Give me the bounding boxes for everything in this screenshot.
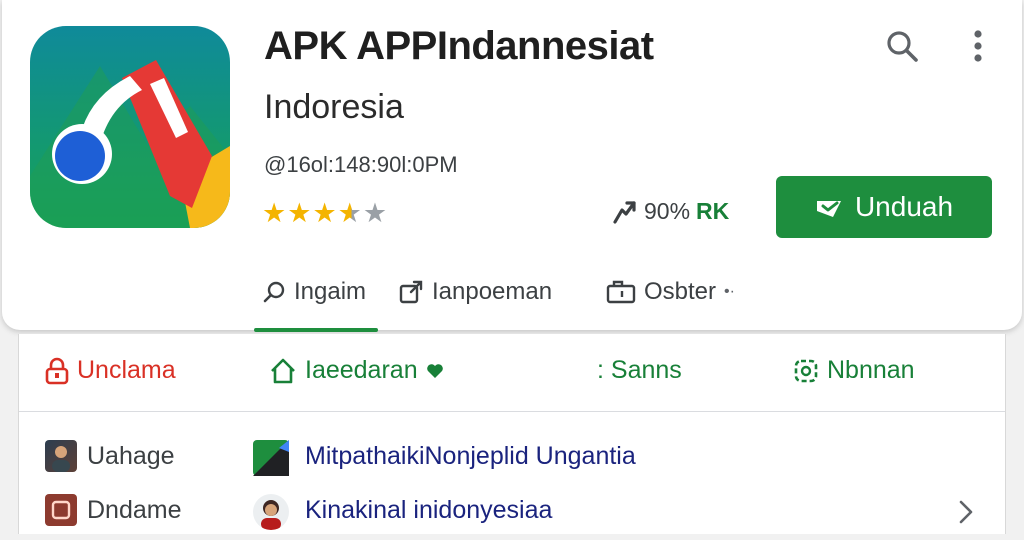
- search-icon: [887, 31, 918, 62]
- avatar: [45, 494, 77, 526]
- category-iaeedaran[interactable]: Iaeedaran: [269, 356, 444, 385]
- app-meta-info: @16ol:148:90l:0PM: [264, 152, 458, 177]
- download-suffix: RK: [696, 198, 730, 224]
- more-vert-icon: [974, 30, 982, 62]
- category-label: : Sanns: [597, 356, 682, 384]
- tab-label: Ianpoeman: [432, 278, 553, 305]
- star-half-icon: ★: [337, 198, 363, 228]
- list-item[interactable]: Dndame Kinakinal inidonyesiaa: [19, 484, 1005, 540]
- content-panel: Unclama Iaeedaran : Sanns Nbnnan Uahage …: [18, 334, 1006, 534]
- avatar: [253, 494, 289, 530]
- row-label: Uahage: [87, 442, 175, 470]
- category-label: Unclama: [77, 356, 176, 384]
- install-label: Unduah: [854, 191, 954, 222]
- folder-icon: [606, 280, 636, 304]
- share-icon: [399, 280, 423, 304]
- tab-label: Osbter: [644, 278, 717, 305]
- tab-osbter[interactable]: Osbter •·: [598, 270, 768, 314]
- tab-ianpoeman[interactable]: Ianpoeman: [390, 270, 588, 314]
- lock-icon: [45, 357, 69, 384]
- row-label: Dndame: [87, 496, 182, 524]
- home-icon: [271, 358, 295, 383]
- row-value: Kinakinal inidonyesiaa: [305, 496, 553, 524]
- avatar: [45, 440, 77, 472]
- tab-ingaim[interactable]: Ingaim: [254, 270, 378, 332]
- search-icon: [263, 281, 285, 303]
- trending-icon: [613, 200, 636, 224]
- settings-icon: [794, 359, 818, 382]
- rating-stars: ★★★★★: [262, 198, 388, 229]
- tab-label: Ingaim: [294, 278, 367, 305]
- search-button[interactable]: [880, 24, 924, 68]
- category-bar: Unclama Iaeedaran : Sanns Nbnnan: [19, 334, 1005, 412]
- star-full-icon: ★: [312, 198, 338, 228]
- category-label: Nbnnan: [827, 356, 915, 384]
- app-thumbnail: [253, 440, 289, 476]
- app-title: APK APPIndannesiat: [264, 24, 654, 68]
- tab-bar: Ingaim Ianpoeman Osbter •·: [254, 270, 768, 332]
- category-unclama[interactable]: Unclama: [45, 356, 176, 385]
- app-developer: Indoresia: [264, 88, 404, 126]
- list-item[interactable]: Uahage MitpathaikiNonjeplid Ungantia: [19, 430, 1005, 486]
- star-empty-icon: ★: [362, 198, 389, 228]
- heart-icon: [426, 363, 443, 378]
- row-value: MitpathaikiNonjeplid Ungantia: [305, 442, 636, 470]
- download-stat: 90% RK: [612, 198, 729, 225]
- star-full-icon: ★: [262, 198, 288, 228]
- app-header-card: APK APPIndannesiat Indoresia @16ol:148:9…: [2, 0, 1022, 332]
- star-full-icon: ★: [287, 198, 313, 228]
- more-options-button[interactable]: [956, 24, 1000, 68]
- install-button[interactable]: Unduah: [776, 176, 992, 238]
- chevron-right-icon[interactable]: [957, 498, 975, 526]
- category-sanns[interactable]: : Sanns: [597, 356, 682, 385]
- app-logo: [30, 26, 230, 228]
- category-label: Iaeedaran: [305, 356, 418, 384]
- download-percent: 90%: [644, 198, 691, 224]
- download-arrow-icon: [816, 201, 841, 217]
- category-nbnnan[interactable]: Nbnnan: [793, 356, 915, 385]
- tab-dropdown-dots-icon: •·: [724, 283, 735, 300]
